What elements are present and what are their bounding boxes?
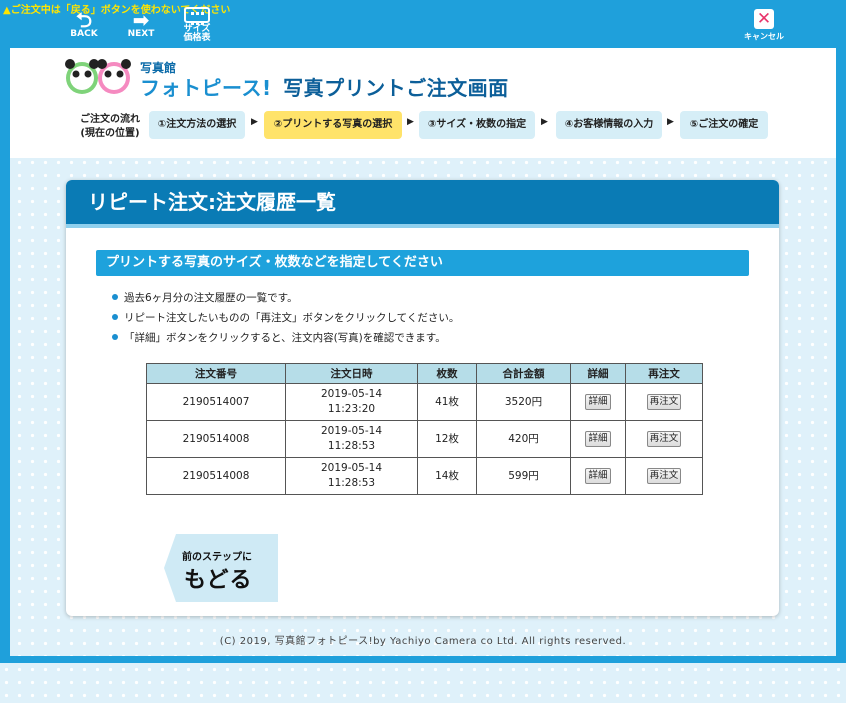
page-frame: ▲ご注文中は「戻る」ボタンを使わないでください ⮌ BACK ➡ NEXT サイ… (0, 0, 846, 703)
header-count: 枚数 (417, 363, 477, 384)
detail-cell: 詳細 (570, 457, 626, 495)
order-date-cell: 2019-05-14 11:28:53 (285, 457, 418, 495)
order-time: 11:28:53 (327, 477, 376, 489)
list-item-text: リピート注文したいものの「再注文」ボタンをクリックしてください。 (124, 312, 460, 324)
detail-button[interactable]: 詳細 (585, 431, 611, 447)
size-price-button[interactable]: サイズ 価格表 (177, 6, 217, 43)
next-nav-label: NEXT (127, 29, 155, 39)
right-border (836, 48, 846, 658)
table-header-row: 注文番号 注文日時 枚数 合計金額 詳細 再注文 (146, 363, 703, 384)
order-date: 2019-05-14 (320, 462, 383, 474)
close-icon: ✕ (754, 9, 774, 29)
header-order-no: 注文番号 (146, 363, 286, 384)
flow-label-line1: ご注文の流れ (80, 114, 140, 125)
order-history-panel: リピート注文:注文履歴一覧 プリントする写真のサイズ・枚数などを指定してください… (66, 180, 779, 616)
table-row: 2190514008 2019-05-14 11:28:53 12枚 420円 詳… (146, 420, 703, 458)
order-no-cell: 2190514008 (146, 457, 286, 495)
instruction-list: 過去6ヶ月分の注文履歴の一覧です。 リピート注文したいものの「再注文」ボタンをク… (112, 288, 459, 348)
list-item: リピート注文したいものの「再注文」ボタンをクリックしてください。 (112, 308, 459, 328)
back-step-small-label: 前のステップに (182, 552, 252, 563)
flow-label-line2: (現在の位置) (80, 128, 140, 139)
reorder-cell: 再注文 (625, 420, 703, 458)
section-heading: プリントする写真のサイズ・枚数などを指定してください (96, 250, 749, 276)
detail-button[interactable]: 詳細 (585, 468, 611, 484)
detail-cell: 詳細 (570, 420, 626, 458)
bullet-icon (112, 334, 118, 340)
step-3: ③サイズ・枚数の指定 (419, 111, 535, 139)
list-item-text: 過去6ヶ月分の注文履歴の一覧です。 (124, 292, 298, 304)
step-5: ⑤ご注文の確定 (680, 111, 768, 139)
reorder-cell: 再注文 (625, 383, 703, 421)
order-date: 2019-05-14 (320, 388, 383, 400)
step-4: ④お客様情報の入力 (556, 111, 662, 139)
header-order-date: 注文日時 (285, 363, 418, 384)
page-title: 写真プリントご注文画面 (283, 76, 509, 100)
order-time: 11:28:53 (327, 440, 376, 452)
table-row: 2190514007 2019-05-14 11:23:20 41枚 3520円 … (146, 383, 703, 421)
step-arrow-icon: ▶ (251, 117, 258, 127)
step-arrow-icon: ▶ (541, 117, 548, 127)
order-history-table: 注文番号 注文日時 枚数 合計金額 詳細 再注文 2190514007 2019… (146, 363, 703, 495)
cancel-button[interactable]: ✕ キャンセル (744, 9, 784, 42)
count-cell: 41枚 (417, 383, 477, 421)
size-label-2: 価格表 (183, 33, 211, 43)
list-item: 過去6ヶ月分の注文履歴の一覧です。 (112, 288, 459, 308)
back-step-label: もどる (184, 568, 253, 593)
back-nav-label: BACK (70, 29, 98, 39)
step-arrow-icon: ▶ (407, 117, 414, 127)
list-item-text: 「詳細」ボタンをクリックすると、注文内容(写真)を確認できます。 (124, 332, 446, 344)
reorder-button[interactable]: 再注文 (646, 394, 682, 410)
back-step-button[interactable]: 前のステップに もどる (164, 534, 278, 602)
header-total: 合計金額 (476, 363, 571, 384)
total-cell: 420円 (476, 420, 571, 458)
flow-label: ご注文の流れ (現在の位置) (75, 113, 145, 141)
bullet-icon (112, 294, 118, 300)
brand-name: フォトピース! (140, 76, 272, 100)
count-cell: 14枚 (417, 457, 477, 495)
order-no-cell: 2190514007 (146, 383, 286, 421)
total-cell: 3520円 (476, 383, 571, 421)
order-date-cell: 2019-05-14 11:23:20 (285, 383, 418, 421)
panel-title: リピート注文:注文履歴一覧 (66, 180, 779, 228)
left-border (0, 48, 10, 658)
next-arrow-icon: ➡ (132, 8, 150, 32)
brand-logo: フォトピース! 写真プリントご注文画面 (140, 72, 509, 101)
order-date-cell: 2019-05-14 11:28:53 (285, 420, 418, 458)
order-time: 11:23:20 (327, 403, 376, 415)
detail-cell: 詳細 (570, 383, 626, 421)
panda-logo-icon (65, 59, 131, 94)
step-1: ①注文方法の選択 (149, 111, 245, 139)
reorder-button[interactable]: 再注文 (646, 468, 682, 484)
cancel-label: キャンセル (744, 32, 784, 41)
reorder-button[interactable]: 再注文 (646, 431, 682, 447)
bottom-border (0, 656, 846, 663)
detail-button[interactable]: 詳細 (585, 394, 611, 410)
back-nav-button[interactable]: ⮌ BACK (64, 10, 104, 46)
step-arrow-icon: ▶ (667, 117, 674, 127)
price-table-icon (184, 7, 210, 25)
header-detail: 詳細 (570, 363, 626, 384)
footer-copyright: (C) 2019, 写真館フォトピース!by Yachiyo Camera co… (219, 636, 627, 647)
top-bar: ▲ご注文中は「戻る」ボタンを使わないでください ⮌ BACK ➡ NEXT サイ… (0, 0, 846, 48)
count-cell: 12枚 (417, 420, 477, 458)
header-reorder: 再注文 (625, 363, 703, 384)
reorder-cell: 再注文 (625, 457, 703, 495)
order-date: 2019-05-14 (320, 425, 383, 437)
total-cell: 599円 (476, 457, 571, 495)
table-row: 2190514008 2019-05-14 11:28:53 14枚 599円 詳… (146, 457, 703, 495)
step-2: ②プリントする写真の選択 (264, 111, 402, 139)
back-arrow-icon: ⮌ (75, 8, 93, 32)
bullet-icon (112, 314, 118, 320)
order-no-cell: 2190514008 (146, 420, 286, 458)
list-item: 「詳細」ボタンをクリックすると、注文内容(写真)を確認できます。 (112, 328, 459, 348)
next-nav-button[interactable]: ➡ NEXT (121, 10, 161, 46)
